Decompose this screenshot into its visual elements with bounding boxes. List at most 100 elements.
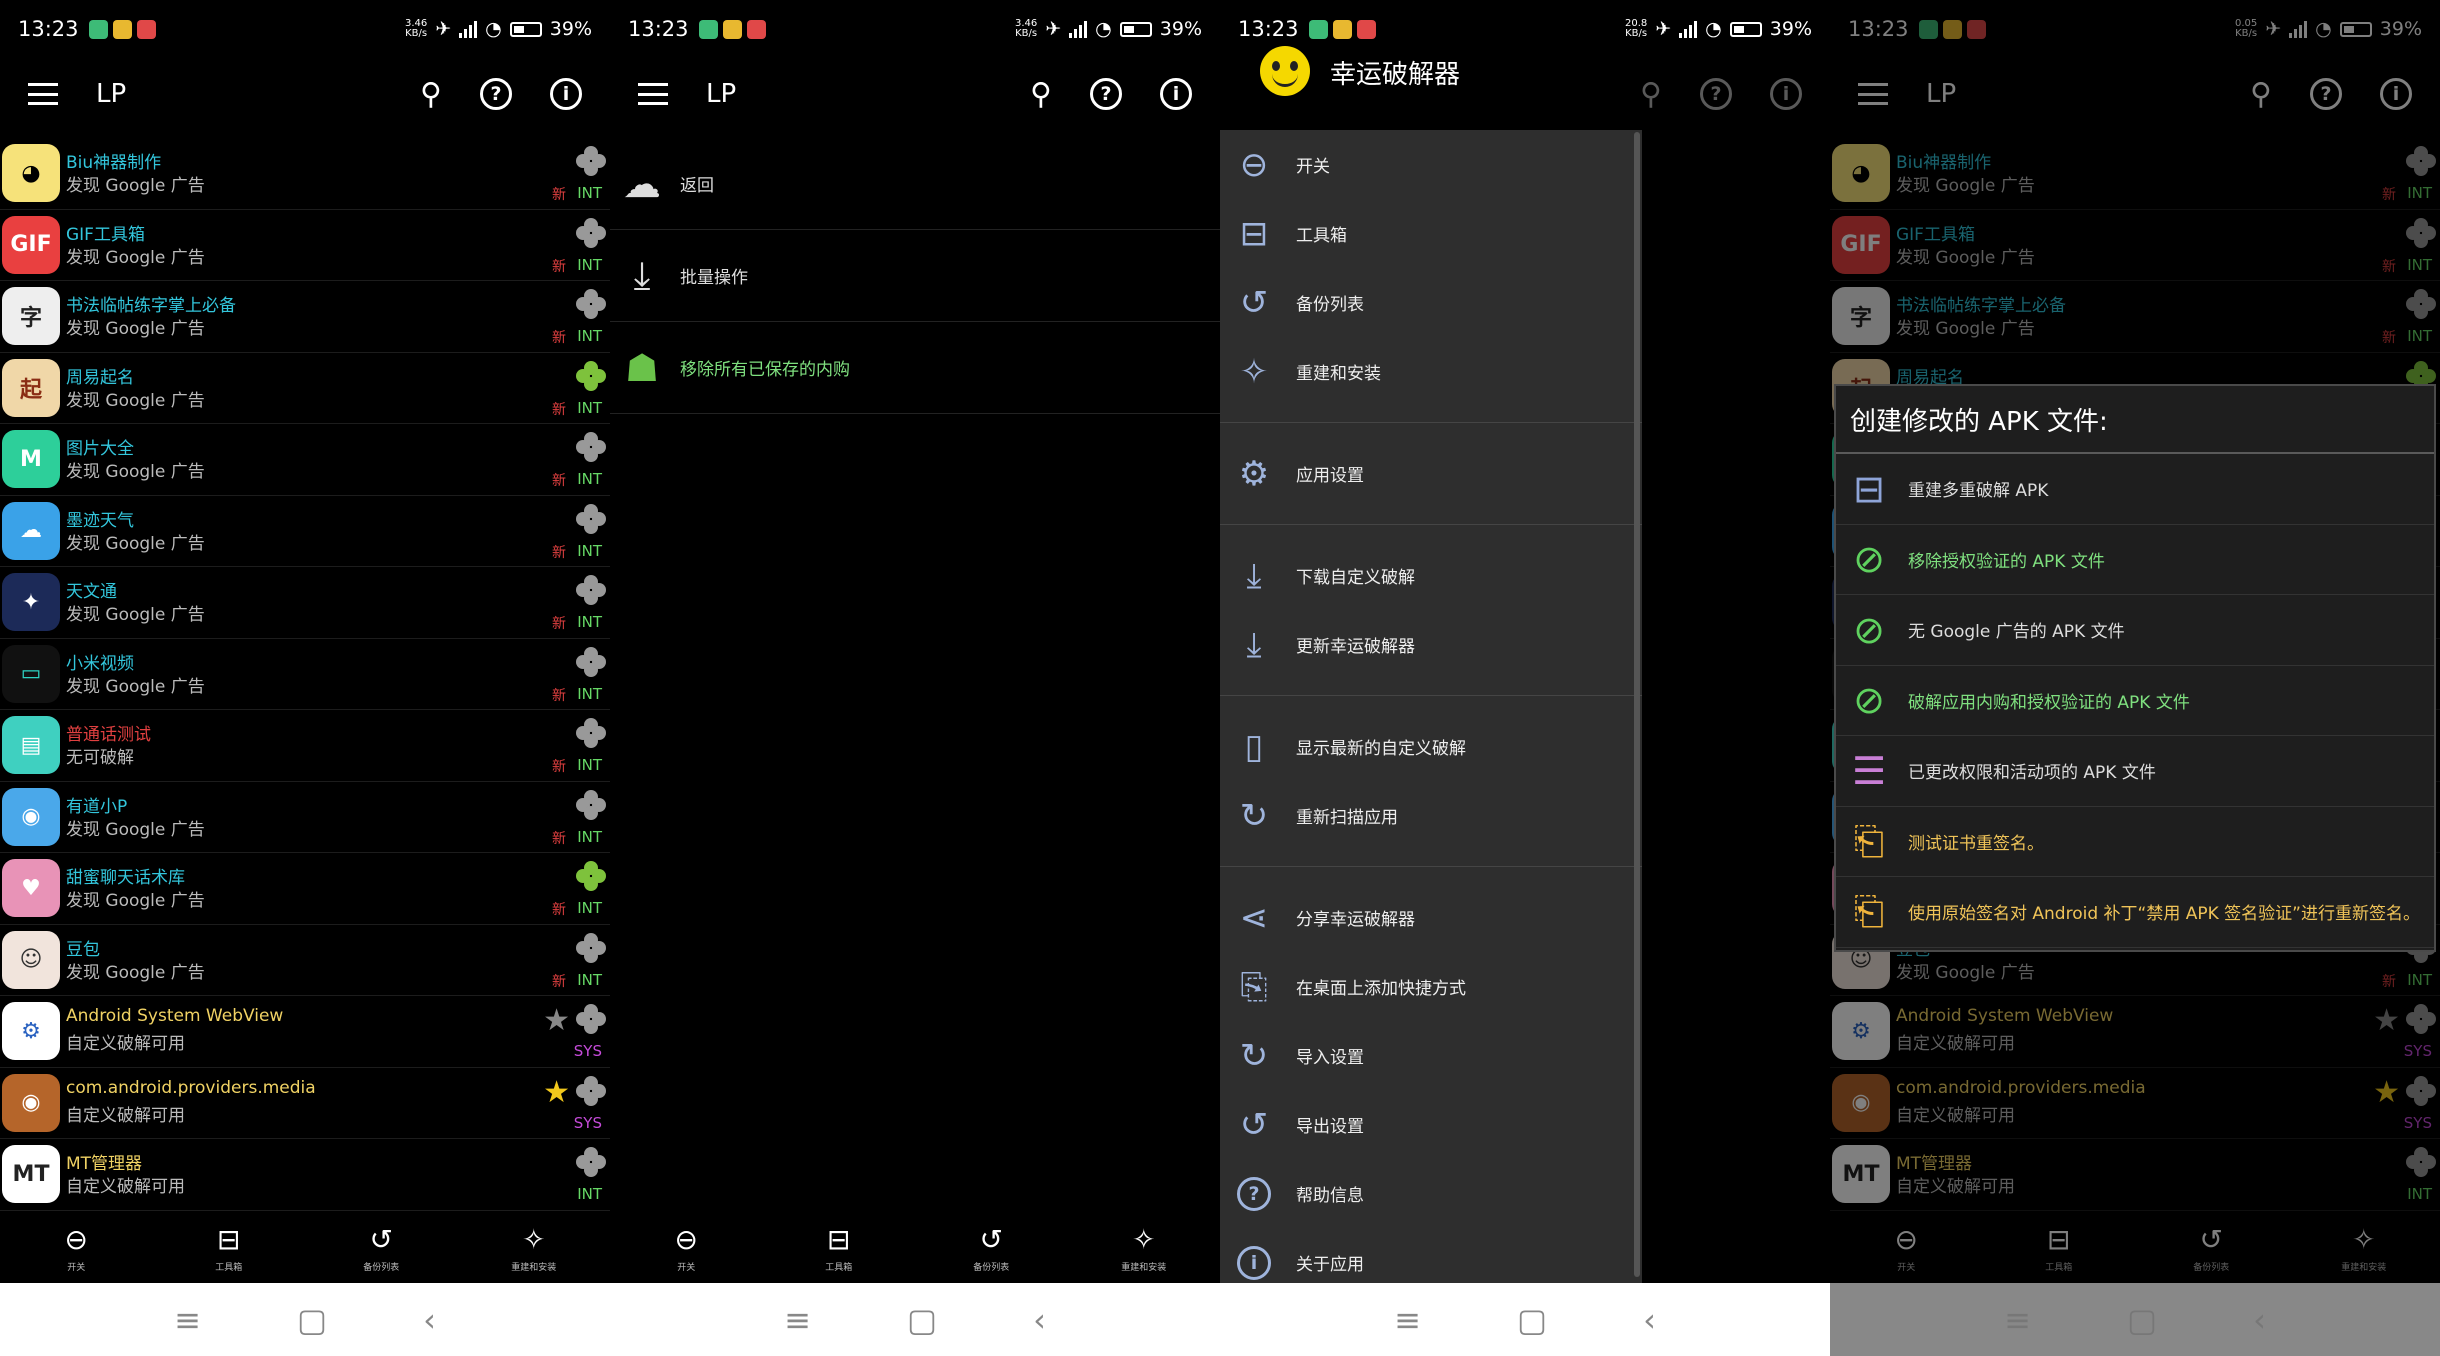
home-icon[interactable]: ▢ bbox=[1517, 1301, 1547, 1339]
clover-icon bbox=[576, 718, 606, 748]
drawer-item-info[interactable]: i 关于应用 bbox=[1220, 1228, 1642, 1297]
nav-item-backup[interactable]: ↺ 备份列表 bbox=[305, 1210, 458, 1280]
app-type-tag: INT bbox=[577, 398, 602, 417]
nav-label: 重建和安装 bbox=[511, 1263, 557, 1273]
dialog-option[interactable]: ⊘ 破解应用内购和授权验证的 APK 文件 bbox=[1836, 666, 2434, 736]
back-icon[interactable]: ‹ bbox=[423, 1301, 436, 1339]
dialog-option[interactable]: ⎗ 使用原始签名对 Android 补丁“禁用 APK 签名验证”进行重新签名。 bbox=[1836, 877, 2434, 948]
drawer-item-download[interactable]: ⤓ 下载自定义破解 bbox=[1220, 541, 1642, 610]
recents-icon[interactable]: ≡ bbox=[2004, 1301, 2031, 1339]
menu-icon[interactable] bbox=[28, 83, 58, 105]
app-row[interactable]: ◉ com.android.providers.media 自定义破解可用 ★SYS bbox=[0, 1068, 610, 1139]
app-title: LP bbox=[706, 79, 737, 109]
drawer-item-puzzle[interactable]: ✧ 重建和安装 bbox=[1220, 337, 1642, 406]
wifi-off-icon: ✈ bbox=[435, 18, 452, 40]
recents-icon[interactable]: ≡ bbox=[784, 1301, 811, 1339]
app-status: 发现 Google 广告 bbox=[66, 605, 205, 625]
drawer-divider bbox=[1220, 422, 1642, 423]
dialog-option[interactable]: ⊘ 无 Google 广告的 APK 文件 bbox=[1836, 595, 2434, 666]
drawer-scrollbar[interactable] bbox=[1634, 132, 1640, 1277]
app-status: 发现 Google 广告 bbox=[66, 390, 205, 411]
help-icon[interactable]: ? bbox=[480, 78, 512, 110]
drawer-item-share[interactable]: ⋖ 分享幸运破解器 bbox=[1220, 883, 1642, 952]
home-icon[interactable]: ▢ bbox=[297, 1301, 327, 1339]
search-icon[interactable]: ⚲ bbox=[420, 77, 442, 112]
nav-item-rebuild[interactable]: ✧ 重建和安装 bbox=[1068, 1210, 1221, 1280]
menu-item-batch[interactable]: ⤓ 批量操作 bbox=[610, 230, 1220, 322]
app-icon: ⚙ bbox=[2, 1002, 60, 1060]
app-row[interactable]: ◉ 有道小P发现 Google 广告新 INT bbox=[0, 782, 610, 853]
app-row[interactable]: ☁ 墨迹天气发现 Google 广告新 INT bbox=[0, 496, 610, 567]
app-row[interactable]: ☺ 豆包发现 Google 广告新 INT bbox=[0, 925, 610, 996]
recents-icon[interactable]: ≡ bbox=[1394, 1301, 1421, 1339]
search-icon[interactable]: ⚲ bbox=[1030, 77, 1052, 112]
system-nav: ≡ ▢ ‹ bbox=[0, 1283, 610, 1356]
drawer-item-help[interactable]: ? 帮助信息 bbox=[1220, 1159, 1642, 1228]
back-icon[interactable]: ‹ bbox=[1643, 1301, 1656, 1339]
app-status: 发现 Google 广告 bbox=[66, 462, 205, 482]
new-badge: 新 bbox=[552, 687, 566, 704]
drawer-item-export[interactable]: ↺ 导出设置 bbox=[1220, 1090, 1642, 1159]
app-name: Biu神器制作 bbox=[66, 153, 162, 173]
new-badge: 新 bbox=[552, 187, 566, 203]
notification-icon bbox=[1356, 19, 1376, 39]
drawer-item-phone-list[interactable]: ▯ 显示最新的自定义破解 bbox=[1220, 712, 1642, 781]
info-icon[interactable]: i bbox=[550, 78, 582, 110]
help-icon: ? bbox=[1700, 78, 1732, 110]
info-icon[interactable]: i bbox=[1160, 78, 1192, 110]
dialog-option[interactable]: ⊟ 重建多重破解 APK bbox=[1836, 454, 2434, 525]
app-row[interactable]: M 图片大全发现 Google 广告新 INT bbox=[0, 424, 610, 496]
back-icon[interactable]: ‹ bbox=[1033, 1301, 1046, 1339]
drawer-item-refresh[interactable]: ↻ 重新扫描应用 bbox=[1220, 781, 1642, 850]
status-bar: 13:23 3.46 KB/s ✈ ◔ 39% bbox=[0, 0, 610, 58]
app-row[interactable]: ▤ 普通话测试无可破解新 INT bbox=[0, 710, 610, 782]
menu-item-back[interactable]: ☁ 返回 bbox=[610, 138, 1220, 230]
home-icon[interactable]: ▢ bbox=[907, 1301, 937, 1339]
app-name: Android System WebView bbox=[66, 1006, 284, 1026]
nav-item-toggle[interactable]: ⊖ 开关 bbox=[610, 1210, 763, 1280]
dialog-option[interactable]: ☰ 已更改权限和活动项的 APK 文件 bbox=[1836, 736, 2434, 807]
app-row[interactable]: 起周易起名发现 Google 广告新 INT bbox=[0, 353, 610, 424]
dialog-option[interactable]: ⎗ 测试证书重签名。 bbox=[1836, 807, 2434, 877]
nav-item-toolbox[interactable]: ⊟ 工具箱 bbox=[763, 1210, 916, 1280]
notification-icon bbox=[112, 19, 132, 39]
back-icon[interactable]: ‹ bbox=[2253, 1301, 2266, 1339]
app-row[interactable]: ▭ 小米视频发现 Google 广告新 INT bbox=[0, 639, 610, 710]
nav-item-rebuild[interactable]: ✧ 重建和安装 bbox=[458, 1210, 611, 1280]
app-row[interactable]: 字书法临帖练字掌上必备发现 Google 广告新 INT bbox=[0, 281, 610, 353]
menu-icon[interactable] bbox=[638, 83, 668, 105]
app-row[interactable]: ⚙ Android System WebView 自定义破解可用 ★SYS bbox=[0, 996, 610, 1068]
help-icon[interactable]: ? bbox=[1090, 78, 1122, 110]
no-license-icon: ⊘ bbox=[1853, 537, 1885, 582]
nav-item-toggle[interactable]: ⊖ 开关 bbox=[0, 1210, 153, 1280]
app-name: 图片大全 bbox=[66, 439, 134, 459]
clover-icon bbox=[576, 789, 606, 820]
menu-item-remove-iap[interactable]: ☗ 移除所有已保存的内购 bbox=[610, 322, 1220, 414]
app-row[interactable]: GIF GIF工具箱发现 Google 广告新 INT bbox=[0, 210, 610, 281]
app-icon: GIF bbox=[2, 215, 60, 274]
app-row[interactable]: ♥ 甜蜜聊天话术库发现 Google 广告新 INT bbox=[0, 853, 610, 925]
nav-label: 重建和安装 bbox=[1121, 1263, 1167, 1273]
app-row[interactable]: MT MT管理器自定义破解可用 INT bbox=[0, 1139, 610, 1211]
drawer-item-gear[interactable]: ⚙ 应用设置 bbox=[1220, 439, 1642, 508]
home-icon[interactable]: ▢ bbox=[2127, 1301, 2157, 1339]
battery-icon bbox=[1729, 21, 1762, 37]
app-row[interactable]: ◕ Biu神器制作发现 Google 广告新 INT bbox=[0, 138, 610, 210]
drawer-item-shortcut[interactable]: ⎘ 在桌面上添加快捷方式 bbox=[1220, 952, 1642, 1021]
app-status: 自定义破解可用 bbox=[66, 1177, 185, 1197]
recents-icon[interactable]: ≡ bbox=[174, 1301, 201, 1339]
drawer-item-update[interactable]: ⤓ 更新幸运破解器 bbox=[1220, 610, 1642, 679]
puzzle-icon: ✧ bbox=[1132, 1223, 1156, 1256]
drawer-item-backup[interactable]: ↺ 备份列表 bbox=[1220, 268, 1642, 337]
drawer-item-import[interactable]: ↻ 导入设置 bbox=[1220, 1021, 1642, 1090]
drawer-item-toolbox[interactable]: ⊟ 工具箱 bbox=[1220, 199, 1642, 268]
drawer-item-toggle[interactable]: ⊖ 开关 bbox=[1220, 130, 1642, 199]
nav-item-toolbox[interactable]: ⊟ 工具箱 bbox=[153, 1210, 306, 1280]
nav-item-backup[interactable]: ↺ 备份列表 bbox=[915, 1210, 1068, 1280]
status-time: 13:23 bbox=[1238, 17, 1299, 41]
app-icon: ◕ bbox=[2, 144, 60, 202]
app-row[interactable]: ✦ 天文通发现 Google 广告新 INT bbox=[0, 567, 610, 639]
dialog-option[interactable]: ⊘ 移除授权验证的 APK 文件 bbox=[1836, 525, 2434, 595]
net-speed: 20.8 KB/s bbox=[1624, 18, 1648, 39]
wifi-icon: ◔ bbox=[1705, 18, 1722, 40]
